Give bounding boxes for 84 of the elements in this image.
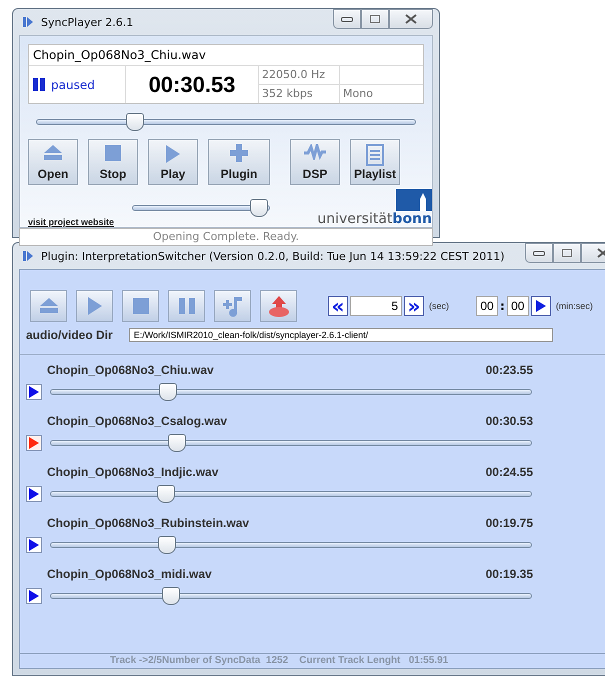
unit-label: (sec) [429, 301, 449, 311]
track-slider[interactable] [50, 383, 532, 401]
track-name: Chopin_Op068No3_Csalog.wav [47, 414, 228, 428]
play-icon [86, 296, 102, 316]
plus-icon [230, 144, 248, 162]
volume-slider[interactable] [132, 199, 270, 217]
status-bar: Opening Complete. Ready. [19, 228, 433, 246]
play-icon [29, 488, 39, 500]
track-time: 00:23.55 [486, 363, 533, 377]
status-text: paused [51, 78, 95, 92]
maximize-button[interactable] [553, 243, 581, 263]
track-play-button[interactable] [26, 384, 42, 400]
maximize-button[interactable] [361, 9, 389, 29]
rewind-button[interactable]: « [328, 296, 348, 316]
track-play-button[interactable] [26, 486, 42, 502]
player-button[interactable]: Playlist [350, 139, 400, 185]
player-button[interactable]: Plugin [208, 139, 270, 185]
player-button[interactable]: DSP [290, 139, 340, 185]
university-logo: universitätbonn [317, 189, 432, 227]
track-time: 00:24.55 [486, 465, 533, 479]
play-icon [534, 299, 547, 313]
track-slider[interactable] [50, 536, 532, 554]
track-name: Chopin_Op068No3_Rubinstein.wav [47, 516, 250, 530]
eject-icon [43, 144, 63, 162]
track-name: Chopin_Op068No3_Chiu.wav [47, 363, 214, 377]
arrow-up-icon [268, 295, 290, 317]
close-icon [405, 14, 417, 24]
pause-icon [33, 78, 45, 91]
toolbar-button[interactable] [214, 290, 251, 322]
play-icon [165, 144, 181, 164]
app-icon [23, 17, 33, 27]
toolbar-button[interactable] [76, 290, 113, 322]
player-button[interactable]: Stop [88, 139, 138, 185]
seconds-field[interactable]: 00 [506, 296, 529, 316]
track-play-button[interactable] [26, 537, 42, 553]
stop-icon [132, 297, 150, 315]
toolbar-button[interactable] [260, 290, 297, 322]
stop-icon [104, 144, 122, 162]
list-icon [366, 144, 384, 166]
channels-text: Mono [340, 84, 423, 103]
player-button[interactable]: Open [28, 139, 78, 185]
play-icon [29, 386, 39, 398]
track-time: 00:19.35 [486, 567, 533, 581]
toolbar-button[interactable] [122, 290, 159, 322]
track-time: 00:30.53 [486, 414, 533, 428]
toolbar-button[interactable] [30, 290, 67, 322]
waveform-icon [303, 144, 327, 160]
play-icon [29, 539, 39, 551]
track-time: 00:19.75 [486, 516, 533, 530]
close-button[interactable] [389, 9, 433, 29]
status-bar: Track ->2/5Number of SyncData 1252 Current Track Lenght 01:55.91 [20, 653, 605, 668]
toolbar-button[interactable] [168, 290, 205, 322]
dir-label: audio/video Dir [26, 328, 113, 342]
track-slider[interactable] [50, 587, 532, 605]
track-slider[interactable] [50, 434, 532, 452]
frequency-text: 22050.0 Hz [261, 67, 326, 83]
eject-icon [38, 297, 58, 315]
track-name: Chopin_Op068No3_Indjic.wav [47, 465, 218, 479]
track-play-button[interactable] [26, 435, 42, 451]
track-name: Chopin_Op068No3_midi.wav [47, 567, 212, 581]
file-name: Chopin_Op068No3_Chiu.wav [29, 45, 423, 66]
play-icon [29, 590, 39, 602]
minutes-field[interactable]: 00 [476, 296, 498, 316]
dir-field[interactable]: E:/Work/ISMIR2010_clean-folk/dist/syncplayer-2.6.1-client/ [128, 328, 553, 342]
pause-icon [178, 297, 196, 315]
track-play-button[interactable] [26, 588, 42, 604]
unit-label: (min:sec) [556, 301, 593, 311]
minimize-button[interactable] [333, 9, 361, 29]
app-icon [23, 251, 33, 261]
forward-button[interactable]: » [404, 296, 424, 316]
track-slider[interactable] [50, 485, 532, 503]
time-display: 00:30.53 [126, 66, 259, 103]
bitrate-text: 352 kbps [259, 84, 339, 103]
seconds-field[interactable]: 5 [350, 296, 402, 316]
project-link[interactable]: visit project website [28, 217, 114, 227]
player-button[interactable]: Play [148, 139, 198, 185]
seek-slider[interactable] [36, 113, 416, 131]
go-button[interactable] [530, 296, 551, 316]
minimize-button[interactable] [525, 243, 553, 263]
music-note-icon [222, 295, 244, 317]
play-icon [29, 437, 39, 449]
separator-text: : [500, 299, 505, 313]
window-title: SyncPlayer 2.6.1 [41, 16, 134, 28]
window-title: Plugin: InterpretationSwitcher (Version 0.2.0, Build: Tue Jun 14 13:59:22 CEST 2011) [41, 250, 505, 262]
